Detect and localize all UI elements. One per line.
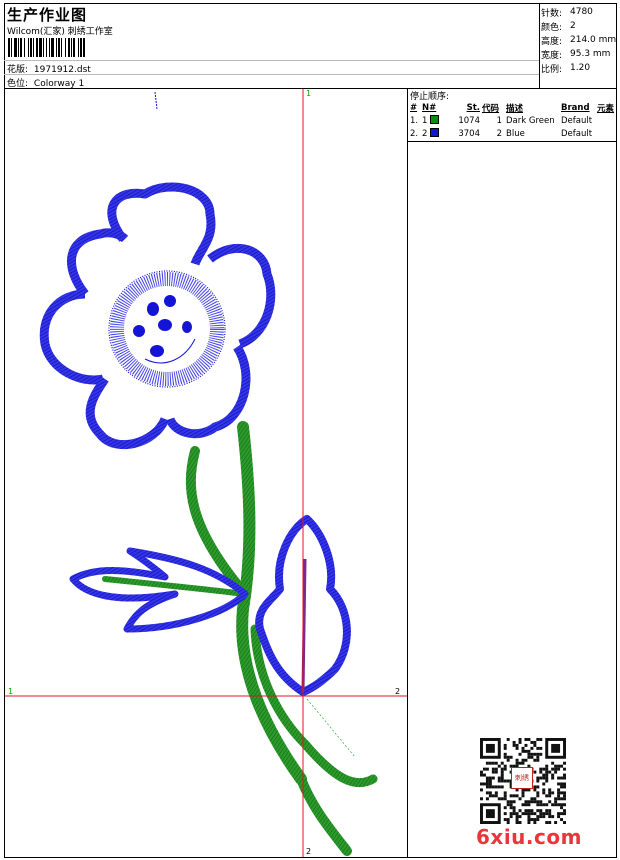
start-marker-left: 1 <box>8 687 14 696</box>
stop-row-n: 2 <box>422 127 452 140</box>
design-file-row: 花版: 1971912.dst <box>7 62 91 75</box>
metric-stitches: 针数: 4780 <box>541 7 593 19</box>
metric-width: 宽度: 95.3 mm <box>541 49 611 61</box>
flower-center <box>108 270 226 388</box>
stray-stitch <box>154 91 158 110</box>
header-row-line-1 <box>4 60 539 61</box>
end-marker-right: 2 <box>395 687 401 696</box>
col-st: St. <box>466 102 480 113</box>
colorway-value: Colorway 1 <box>33 79 85 89</box>
metric-height: 高度: 214.0 mm <box>541 35 617 47</box>
col-element: 元素 <box>597 103 615 114</box>
col-n: N# <box>422 102 437 113</box>
end-marker-bottom: 2 <box>306 847 312 856</box>
col-index: # <box>410 102 418 113</box>
design-file-label: 花版: <box>7 65 29 75</box>
page-title: 生产作业图 <box>7 6 88 24</box>
stop-row: 1. 1 1074 1 Dark Green Default <box>410 114 593 127</box>
color-swatch <box>430 128 440 137</box>
metric-colors: 颜色: 2 <box>541 21 576 33</box>
stop-table-header: # N# St. 代码 描述 Brand 元素 <box>410 101 616 114</box>
col-brand: Brand <box>561 102 590 113</box>
stop-table-bottom <box>407 141 617 142</box>
metrics-divider <box>539 3 540 88</box>
start-marker-top: 1 <box>306 89 312 98</box>
stem-green <box>102 421 378 856</box>
design-file-value: 1971912.dst <box>33 65 91 75</box>
colorway-label: 色位: <box>7 79 29 89</box>
seal-stamp: 刺绣 <box>511 767 533 789</box>
flower-blue <box>39 182 276 450</box>
metrics-panel: 针数: 4780 颜色: 2 高度: 214.0 mm 宽度: 95.3 mm 比例: 1… <box>541 5 616 75</box>
seal-stamp-text: 刺绣 <box>515 774 529 782</box>
barcode <box>8 38 140 57</box>
stop-row: 2. 2 3704 2 Blue Default <box>410 127 593 140</box>
col-desc: 描述 <box>506 103 524 114</box>
col-code: 代码 <box>482 103 500 114</box>
metric-scale: 比例: 1.20 <box>541 63 591 75</box>
stop-row-n: 1 <box>422 114 452 127</box>
software-name: Wilcom(汇家) 刺绣工作室 <box>7 27 113 37</box>
embroidery-design-preview <box>5 89 407 857</box>
panel-divider <box>407 88 408 858</box>
stop-sequence-table: # N# St. 代码 描述 Brand 元素 1. 1 1074 1 Dark… <box>410 101 616 140</box>
color-swatch <box>430 115 440 124</box>
watermark-logo: 6xiu.com <box>476 825 582 849</box>
colorway-row: 色位: Colorway 1 <box>7 76 84 89</box>
